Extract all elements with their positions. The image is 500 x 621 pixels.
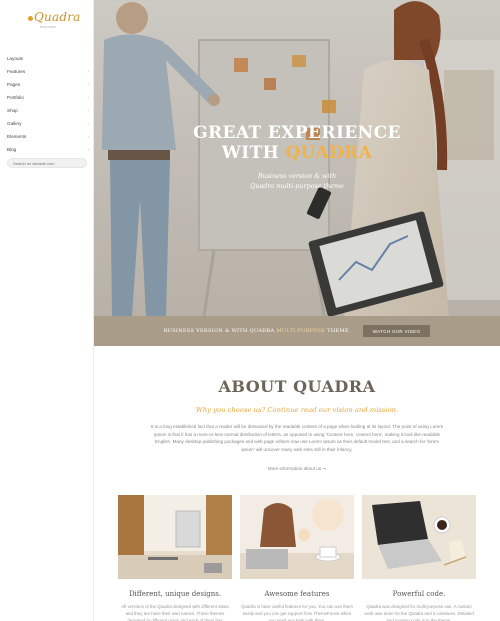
card-title: Awesome features [264, 590, 330, 598]
sidebar-nav: Layouts Features › Pages › Portfolio › S… [7, 52, 89, 156]
sidebar-item-portfolio[interactable]: Portfolio › [7, 91, 89, 104]
feature-card: Powerful code. Quadra was designed for m… [362, 495, 476, 621]
card-image-desk [240, 495, 354, 579]
sidebar-item-shop[interactable]: Shop › [7, 104, 89, 117]
card-text: All versions of the Quadra designed with… [121, 604, 229, 621]
about-body: It is a long established fact that a rea… [150, 424, 444, 452]
hero-title-line1: GREAT EXPERIENCE [193, 123, 401, 143]
sidebar-item-features[interactable]: Features › [7, 65, 89, 78]
promo-banner: BUSINESS VERSION & WITH QUADRA MULTI-PUR… [94, 316, 500, 346]
sidebar-item-layouts[interactable]: Layouts [7, 52, 89, 65]
logo-text: Quadra [34, 10, 81, 24]
sidebar-item-label: Layouts [7, 56, 24, 61]
logo-mark-icon [28, 16, 33, 21]
chevron-right-icon: › [87, 133, 89, 140]
hero-title-line2-accent: QUADRA [285, 143, 373, 163]
chevron-right-icon: › [87, 68, 89, 75]
card-title: Different, unique designs. [128, 590, 222, 598]
card-text: Quadra is have useful features for you. … [241, 604, 353, 621]
card-image-office [118, 495, 232, 579]
hero-subtitle: Business version & with Quadra multi-pur… [94, 171, 500, 191]
sidebar-item-label: Gallery [7, 121, 22, 126]
chevron-right-icon: › [87, 81, 89, 88]
chevron-right-icon: › [87, 146, 89, 153]
hero-title: GREAT EXPERIENCE WITH QUADRA [94, 123, 500, 163]
feature-card: Different, unique designs. All versions … [118, 495, 232, 621]
more-info-link[interactable]: More information about us ➞ [94, 466, 500, 472]
sidebar-item-label: Features [7, 69, 26, 74]
banner-text-accent: MULTI-PURPOSE [276, 328, 326, 334]
watch-video-button[interactable]: WATCH OUR VIDEO [362, 325, 431, 337]
banner-text-suffix: THEME [325, 328, 349, 334]
sidebar-item-label: Shop [7, 108, 18, 113]
hero-title-line2-prefix: WITH [221, 143, 286, 163]
banner-text-prefix: BUSINESS VERSION & WITH QUADRA [163, 328, 277, 334]
sidebar-item-gallery[interactable]: Gallery › [7, 117, 89, 130]
sidebar: Quadra business Layouts Features › Pages… [0, 0, 94, 621]
sidebar-item-pages[interactable]: Pages › [7, 78, 89, 91]
card-image-laptop [362, 495, 476, 579]
sidebar-item-label: Pages [7, 82, 21, 87]
about-title: ABOUT QUADRA [218, 377, 376, 396]
search-input[interactable] [7, 158, 87, 168]
about-tagline: Why you choose us? Continue read our vis… [195, 406, 399, 414]
hero-subtitle-line1: Business version & with [257, 172, 337, 180]
chevron-right-icon: › [87, 107, 89, 114]
sidebar-item-blog[interactable]: Blog › [7, 143, 89, 156]
banner-text: BUSINESS VERSION & WITH QUADRA MULTI-PUR… [164, 328, 349, 334]
chevron-right-icon: › [87, 94, 89, 101]
logo-tagline: business [40, 25, 57, 29]
card-text: Quadra was designed for multi-purpose us… [364, 604, 474, 621]
sidebar-item-label: Portfolio [7, 95, 24, 100]
sidebar-item-elements[interactable]: Elements › [7, 130, 89, 143]
sidebar-item-label: Elements [7, 134, 27, 139]
sidebar-item-label: Blog [7, 147, 17, 152]
hero-subtitle-line2: Quadra multi-purpose theme [250, 182, 344, 190]
feature-card: Awesome features Quadra is have useful f… [240, 495, 354, 621]
card-title: Powerful code. [392, 590, 446, 598]
chevron-right-icon: › [87, 120, 89, 127]
hero-section: GREAT EXPERIENCE WITH QUADRA Business ve… [94, 0, 500, 316]
